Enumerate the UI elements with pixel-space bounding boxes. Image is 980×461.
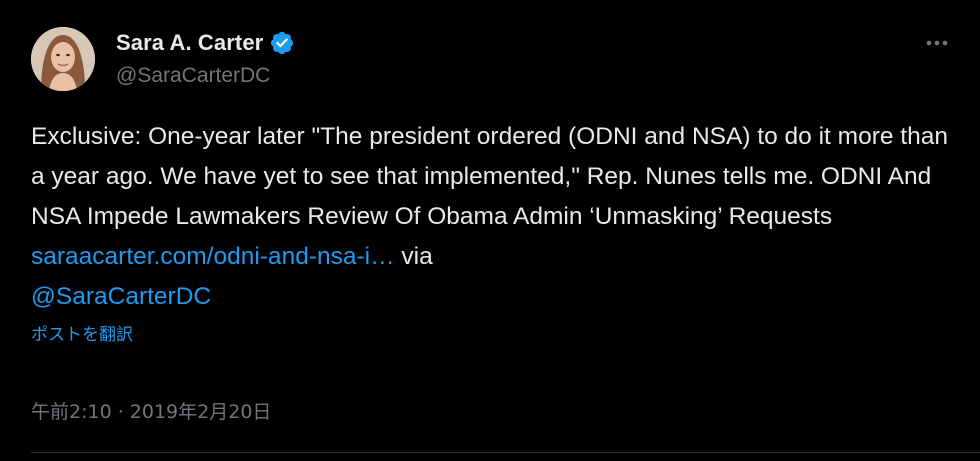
verified-badge-icon — [271, 31, 294, 55]
tweet-text: Exclusive: One-year later "The president… — [31, 117, 961, 317]
translate-post-link[interactable]: ポストを翻訳 — [31, 320, 133, 345]
tweet-via: via — [394, 243, 433, 270]
tweet-timestamp[interactable]: 午前2:10 · 2019年2月20日 — [31, 397, 271, 424]
author-name-row: Sara A. Carter — [116, 30, 295, 56]
divider — [31, 452, 980, 453]
article-link[interactable]: saraacarter.com/odni-and-nsa-i… — [31, 243, 395, 270]
more-options-icon[interactable] — [922, 30, 952, 54]
avatar-image — [31, 27, 95, 91]
avatar[interactable] — [31, 27, 95, 91]
author-display-name[interactable]: Sara A. Carter — [116, 30, 263, 56]
tweet-body: Exclusive: One-year later "The president… — [31, 123, 948, 230]
mention-link[interactable]: @SaraCarterDC — [31, 283, 211, 310]
author-handle[interactable]: @SaraCarterDC — [116, 64, 270, 88]
tweet: Sara A. Carter @SaraCarterDC Exclusive: … — [0, 0, 980, 461]
